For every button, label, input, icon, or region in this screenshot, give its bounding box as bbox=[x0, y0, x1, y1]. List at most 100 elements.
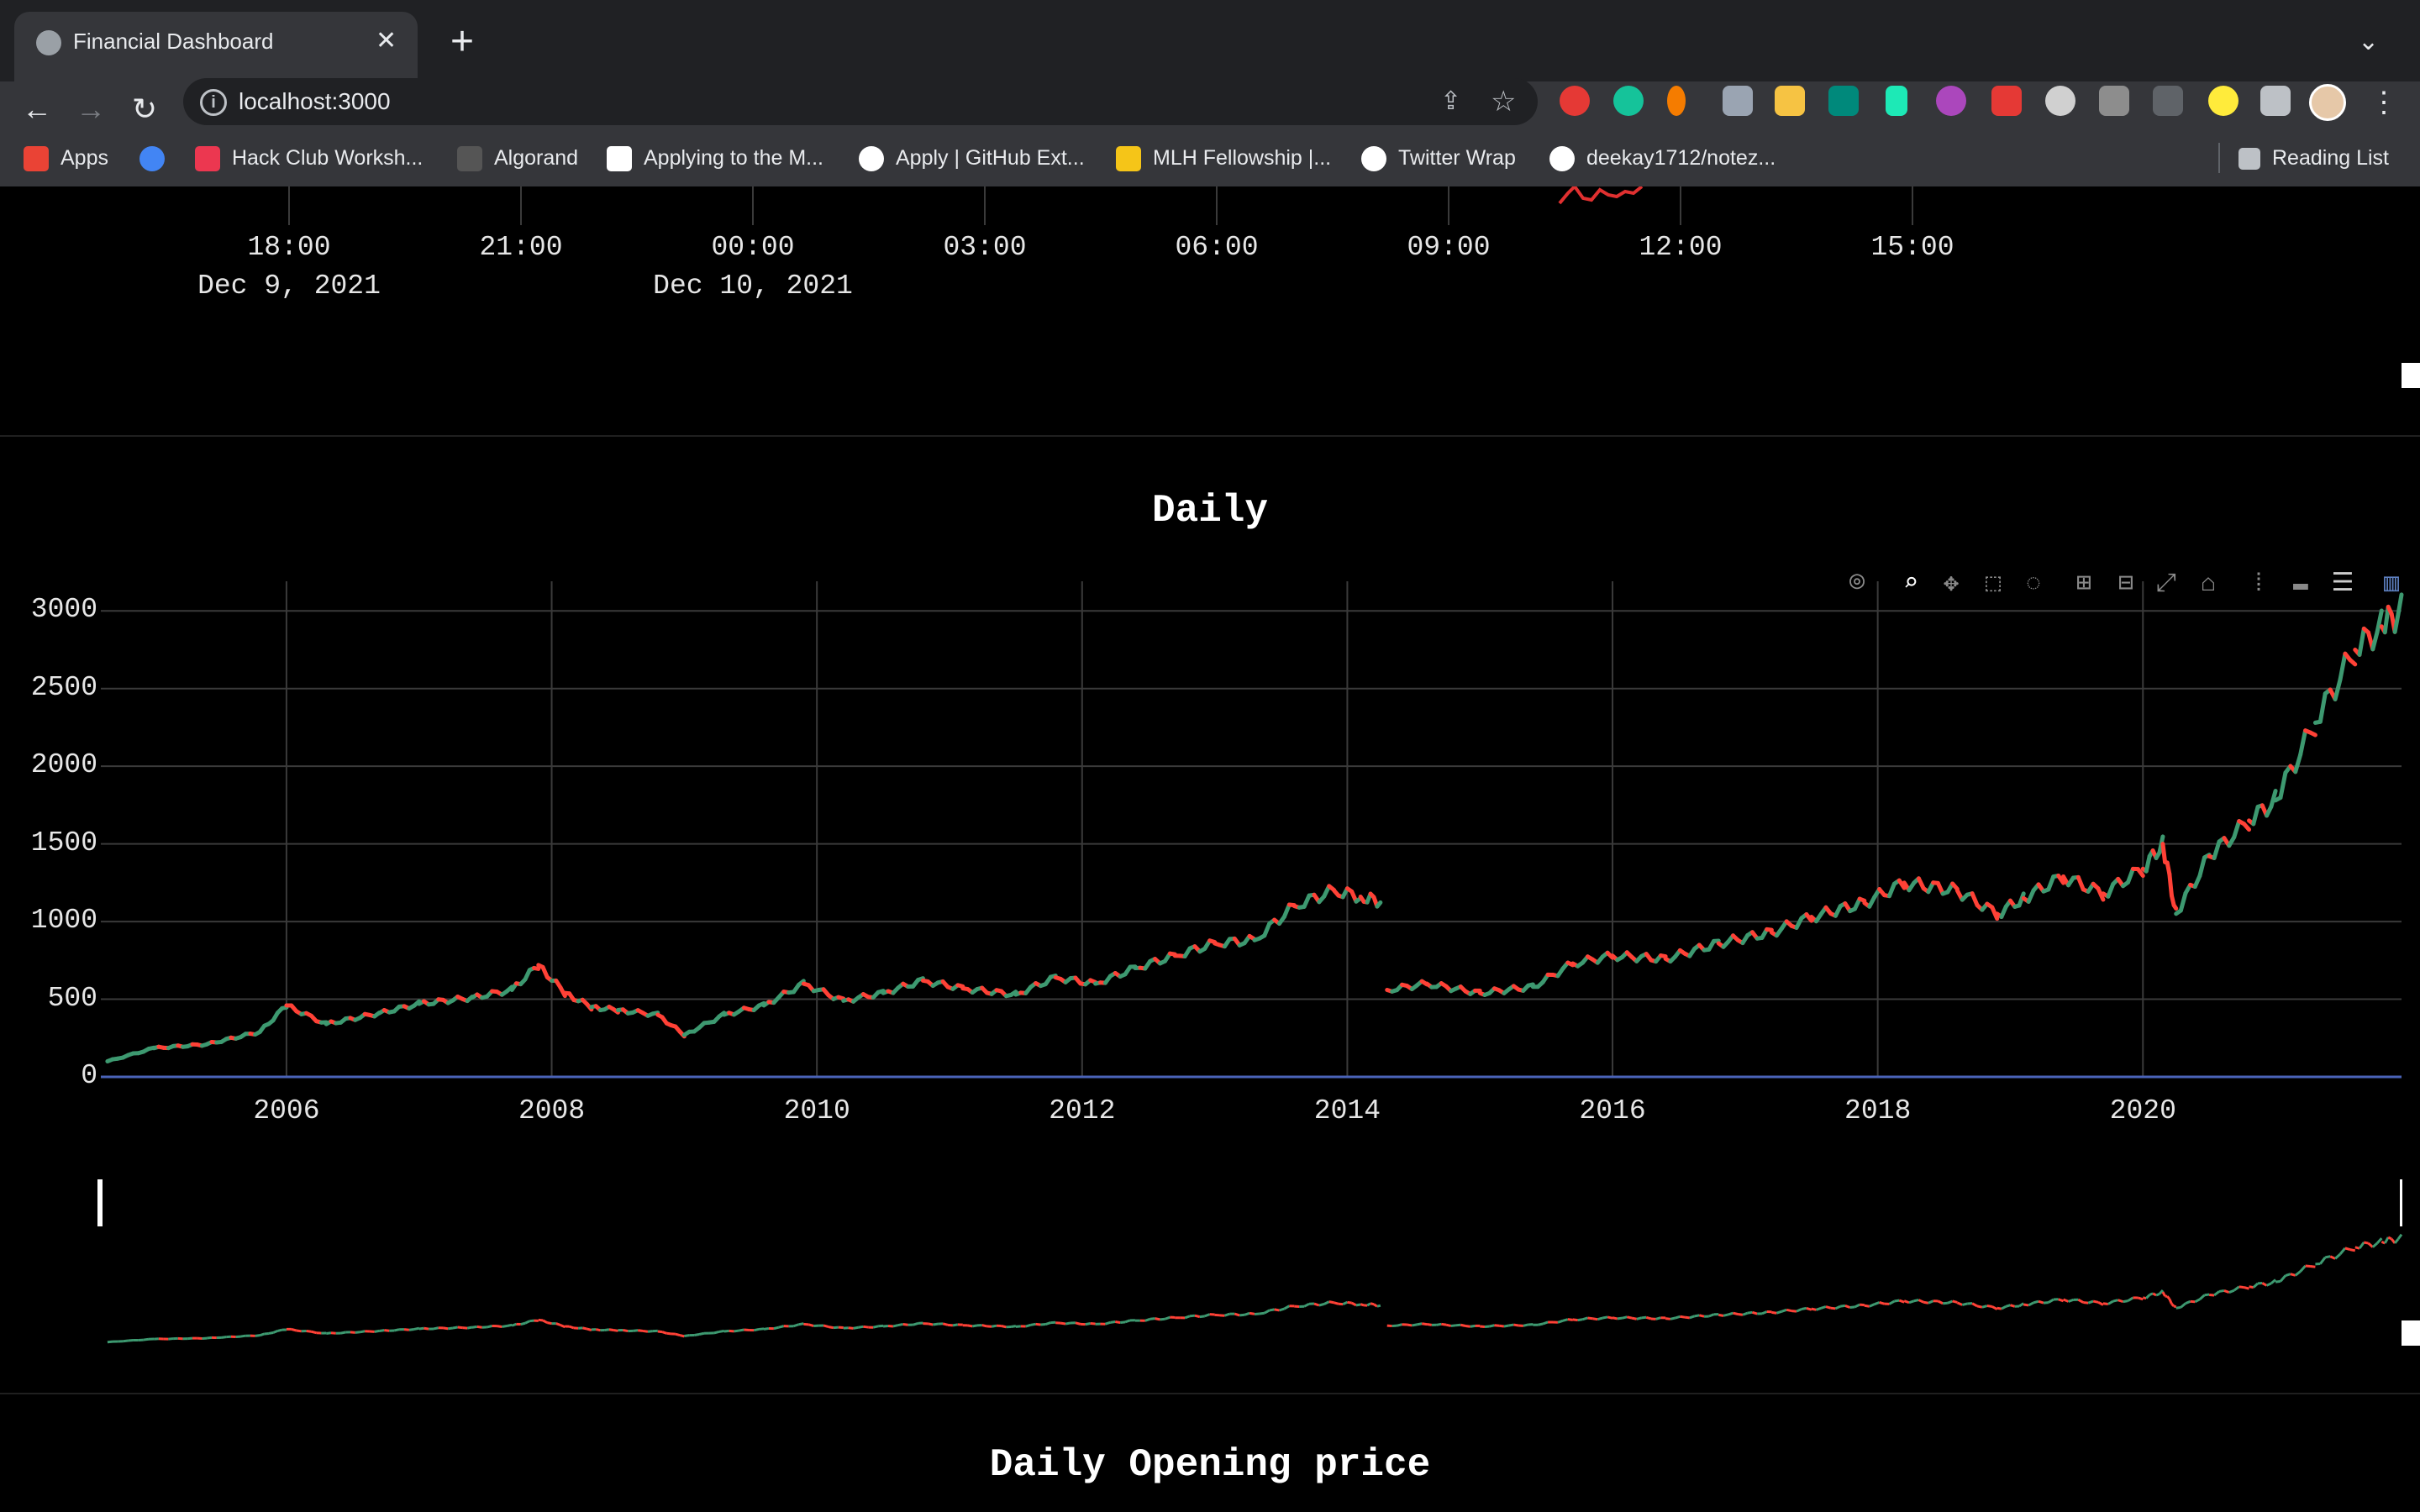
rangeslider-candle bbox=[2270, 1278, 2277, 1285]
rangeslider-candle bbox=[942, 1322, 949, 1326]
panda-icon[interactable] bbox=[2045, 86, 2075, 116]
color-picker-icon[interactable] bbox=[1936, 86, 1966, 116]
rangeslider-candle bbox=[393, 1328, 400, 1332]
candle bbox=[1765, 927, 1774, 932]
rangeslider-candle bbox=[947, 1323, 954, 1327]
back-arrow-icon[interactable]: ← bbox=[12, 84, 62, 134]
rangeslider-candle bbox=[1680, 1315, 1686, 1319]
rangeslider-candle bbox=[2275, 1279, 2281, 1284]
rangeslider-candle bbox=[2319, 1256, 2327, 1265]
grammarly-icon[interactable] bbox=[1613, 86, 1644, 116]
rangeslider-candle bbox=[1622, 1315, 1628, 1320]
rangeslider-candle bbox=[2083, 1301, 2089, 1305]
cart-icon[interactable] bbox=[2153, 86, 2183, 116]
rangeslider-candle bbox=[2198, 1294, 2206, 1300]
extension-icon[interactable] bbox=[1667, 86, 1686, 116]
daily-x-tick: 2008 bbox=[518, 1095, 586, 1126]
rangeslider-candle bbox=[2371, 1242, 2379, 1248]
bookmark-github-ext[interactable]: Apply | GitHub Ext... bbox=[859, 139, 1085, 176]
rangeslider-candle bbox=[1234, 1312, 1240, 1317]
extension-gray-icon[interactable] bbox=[2099, 86, 2129, 116]
rangeslider-candle bbox=[1412, 1323, 1418, 1327]
rangeslider-candle bbox=[1626, 1315, 1633, 1320]
daily-y-tick: 2500 bbox=[30, 671, 97, 703]
rangeslider-candle bbox=[1918, 1299, 1924, 1304]
rangeslider-candle bbox=[595, 1328, 601, 1332]
rangeslider-candle bbox=[2329, 1255, 2336, 1260]
rangeslider-candle bbox=[1976, 1305, 1983, 1309]
algorand-icon bbox=[457, 146, 482, 172]
browser-tab[interactable]: Financial Dashboard ✕ bbox=[14, 12, 418, 81]
extension-yellow-icon[interactable] bbox=[2208, 86, 2238, 116]
url-text[interactable]: localhost:3000 bbox=[239, 78, 391, 125]
bookmark-star-icon[interactable]: ☆ bbox=[1491, 78, 1516, 125]
shield-icon[interactable] bbox=[1723, 86, 1753, 116]
forward-arrow-icon[interactable]: → bbox=[66, 84, 116, 134]
github-icon bbox=[1549, 146, 1575, 172]
rangeslider-candle bbox=[1592, 1317, 1598, 1321]
rangeslider-candle bbox=[187, 1336, 193, 1341]
candle bbox=[836, 995, 846, 1001]
bookmark-algorand[interactable]: Algorand bbox=[457, 139, 578, 176]
daily-candlestick-chart[interactable] bbox=[0, 186, 2420, 1512]
rangeslider-candle bbox=[2112, 1299, 2119, 1303]
rangeslider-candle bbox=[1675, 1315, 1681, 1320]
address-bar[interactable]: i localhost:3000 ⇪ ☆ bbox=[183, 78, 1538, 125]
rangeslider-candle bbox=[529, 1319, 534, 1323]
rangeslider-candle bbox=[2180, 1302, 2186, 1309]
rangeslider-candle bbox=[828, 1326, 834, 1330]
info-icon[interactable]: i bbox=[200, 89, 227, 116]
rangeslider-candle bbox=[1825, 1305, 1832, 1310]
rangeslider-candle bbox=[1075, 1321, 1081, 1326]
rangeslider-candle bbox=[1223, 1312, 1230, 1317]
rangeslider-candle bbox=[1834, 1305, 1841, 1310]
meet-icon[interactable] bbox=[1828, 86, 1859, 116]
reload-icon[interactable]: ↻ bbox=[119, 84, 170, 134]
rangeslider-candle bbox=[1952, 1299, 1958, 1304]
rangeslider-candle bbox=[2244, 1286, 2249, 1290]
rangeslider-candle bbox=[1956, 1301, 1963, 1306]
profile-avatar[interactable] bbox=[2309, 84, 2346, 121]
rangeslider-candle bbox=[823, 1324, 829, 1329]
bookmark-dev[interactable]: Applying to the M... bbox=[607, 139, 823, 176]
reading-list-button[interactable]: Reading List bbox=[2238, 139, 2389, 176]
tab-search-icon[interactable]: ⌄ bbox=[2358, 0, 2379, 84]
rangeslider-candle bbox=[1708, 1313, 1715, 1318]
rangeslider-candle bbox=[2252, 1282, 2260, 1289]
rangeslider-grip[interactable] bbox=[2402, 1320, 2420, 1346]
bookmark-apps[interactable]: Apps bbox=[24, 139, 108, 176]
rangeslider-candle bbox=[471, 1325, 478, 1329]
rangeslider-candle bbox=[1728, 1311, 1733, 1316]
rangeslider-candle bbox=[675, 1332, 681, 1337]
bookmark-icon[interactable] bbox=[1886, 86, 1907, 116]
rangeslider-candle bbox=[2185, 1299, 2191, 1305]
bookmark-notez[interactable]: deekay1712/notez... bbox=[1549, 139, 1776, 176]
daily-x-tick: 2020 bbox=[2109, 1095, 2176, 1126]
share-icon[interactable]: ⇪ bbox=[1440, 78, 1461, 125]
rangeslider-left-handle[interactable] bbox=[97, 1179, 103, 1226]
extension-s-icon[interactable] bbox=[1775, 86, 1805, 116]
extension-red-icon[interactable] bbox=[1991, 86, 2022, 116]
rangeslider-candle bbox=[2155, 1293, 2160, 1297]
rangeslider-right-handle[interactable] bbox=[2400, 1179, 2402, 1226]
rangeslider-candle bbox=[1259, 1311, 1265, 1315]
close-tab-icon[interactable]: ✕ bbox=[376, 12, 397, 71]
rangeslider-candle bbox=[1347, 1300, 1352, 1305]
rangeslider-candle bbox=[1928, 1299, 1934, 1305]
rangeslider-candle bbox=[2344, 1247, 2351, 1252]
rangeslider-candle bbox=[447, 1326, 454, 1331]
menu-dots-icon[interactable]: ⋮ bbox=[2370, 84, 2398, 121]
rangeslider-candle bbox=[1465, 1325, 1470, 1328]
puzzle-icon[interactable] bbox=[2260, 86, 2291, 116]
adblock-icon[interactable] bbox=[1560, 86, 1590, 116]
candle bbox=[2317, 691, 2328, 724]
rangeslider-candle bbox=[2265, 1282, 2272, 1287]
rangeslider-candle bbox=[1044, 1321, 1051, 1326]
bookmark-mlh[interactable]: MLH Fellowship |... bbox=[1116, 139, 1331, 176]
bookmark-twitter-wrap[interactable]: Twitter Wrap bbox=[1361, 139, 1516, 176]
bookmark-google-cloud[interactable] bbox=[139, 139, 176, 176]
rangeslider-candle bbox=[306, 1330, 312, 1333]
bookmark-hack-club[interactable]: Hack Club Worksh... bbox=[195, 139, 423, 176]
new-tab-button[interactable]: + bbox=[437, 0, 487, 84]
rangeslider-candle bbox=[933, 1322, 939, 1326]
